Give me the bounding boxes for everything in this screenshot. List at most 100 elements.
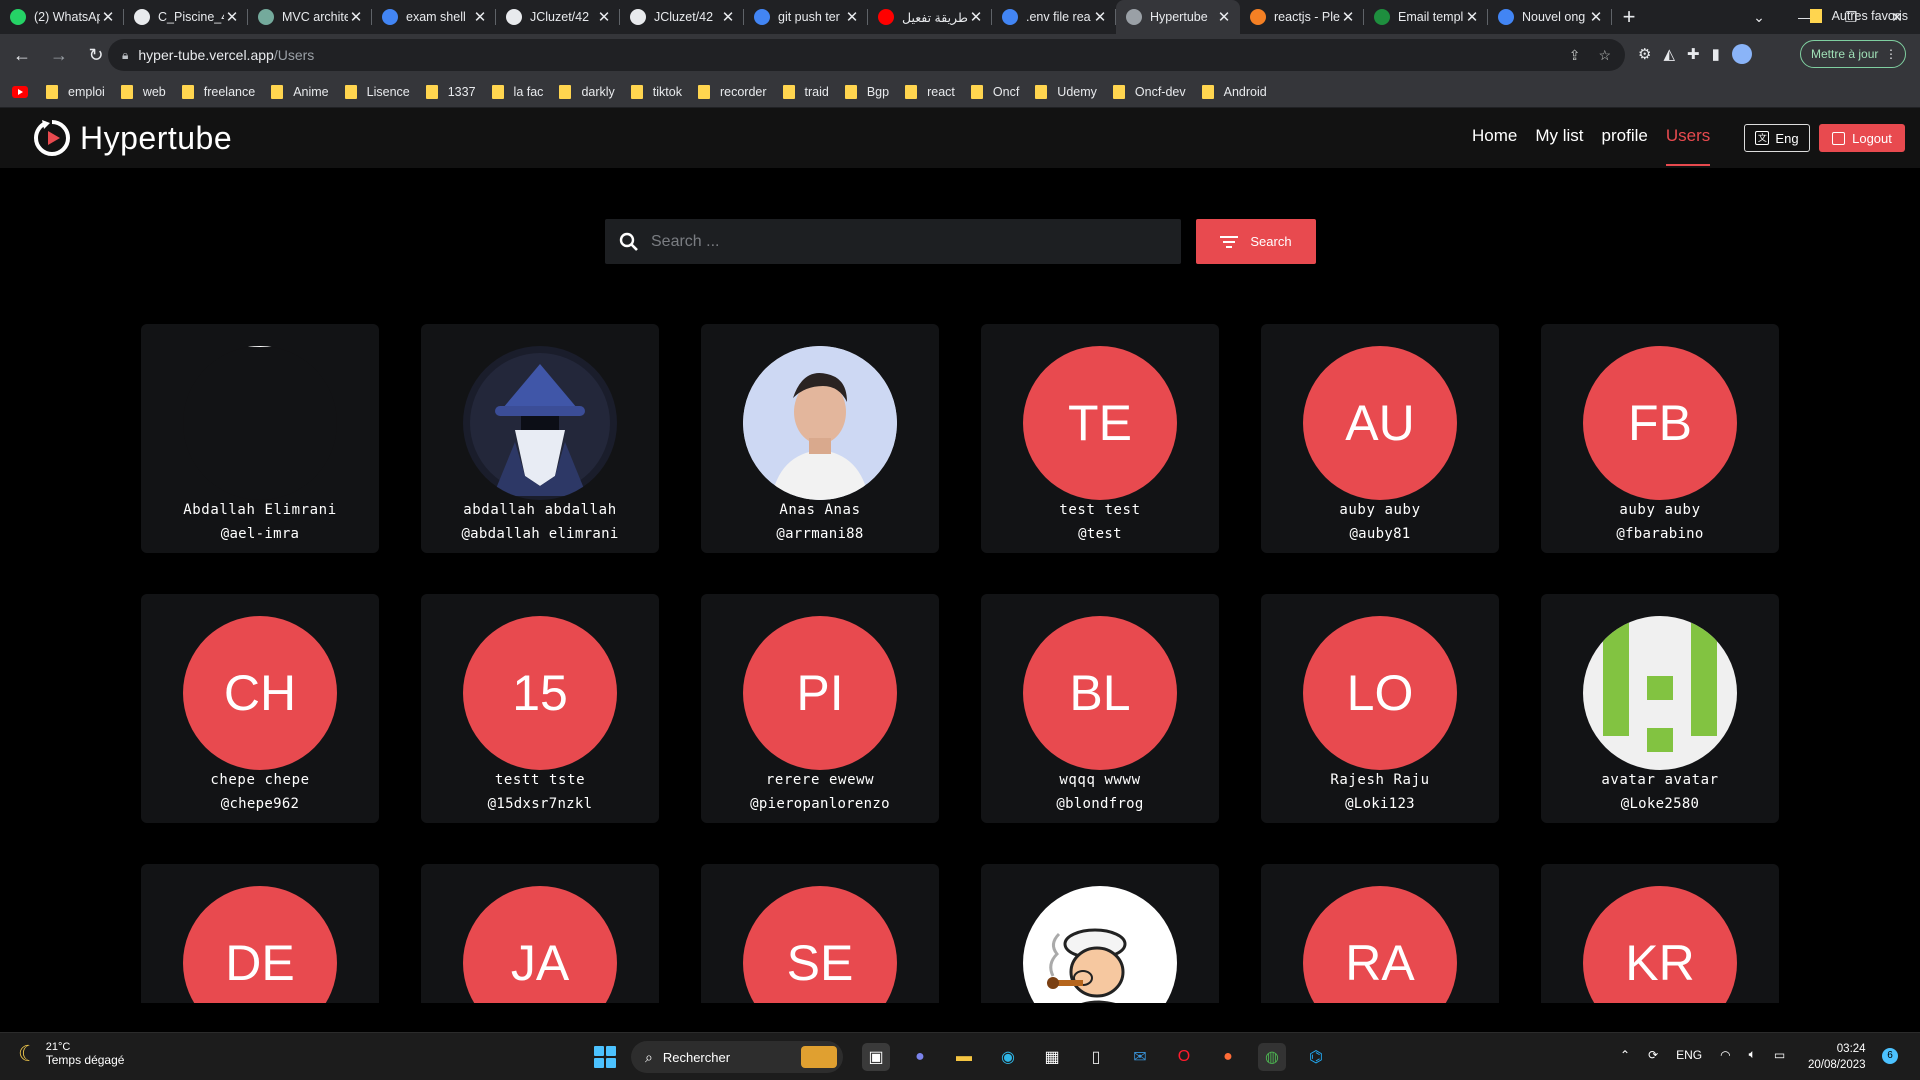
user-avatar[interactable] [1583,616,1737,770]
user-card[interactable]: LO Rajesh Raju @Loki123 [1261,594,1499,823]
chrome-icon[interactable]: ◍ [1258,1043,1286,1071]
tab-close-icon[interactable]: ✕ [224,8,240,26]
tab-close-icon[interactable]: ✕ [1464,8,1480,26]
user-avatar[interactable]: SE [743,886,897,1003]
user-card[interactable]: KR [1541,864,1779,1003]
bookmark-folder[interactable]: traid [782,84,829,99]
postman-icon[interactable]: ● [1214,1043,1242,1071]
battery-icon[interactable]: ▭ [1774,1048,1785,1062]
user-avatar[interactable]: CH [183,616,337,770]
bookmark-folder[interactable]: Bgp [844,84,889,99]
user-avatar[interactable]: BL [1023,616,1177,770]
bookmark-folder[interactable]: tiktok [630,84,682,99]
user-card[interactable]: CH chepe chepe @chepe962 [141,594,379,823]
language-button[interactable]: 文 Eng [1744,124,1810,152]
tab-close-icon[interactable]: ✕ [1588,8,1604,26]
bookmark-folder[interactable]: Lisence [344,84,410,99]
bookmark-folder[interactable]: darkly [559,84,615,99]
share-icon[interactable]: ⇪ [1569,47,1581,64]
tab-close-icon[interactable]: ✕ [720,8,736,26]
user-avatar[interactable]: TE [1023,346,1177,500]
user-avatar[interactable]: PI [743,616,897,770]
user-card[interactable]: RA [1261,864,1499,1003]
bookmark-folder[interactable]: Android [1201,84,1267,99]
chevron-up-icon[interactable]: ⌃ [1620,1048,1630,1062]
user-avatar[interactable] [463,346,617,500]
extension-icon[interactable]: ◭ [1663,45,1675,63]
tab-close-icon[interactable]: ✕ [1340,8,1356,26]
user-avatar[interactable] [1023,886,1177,1003]
site-logo[interactable]: Hypertube [32,118,232,158]
logout-button[interactable]: Logout [1819,124,1905,152]
user-avatar[interactable]: FB [1583,346,1737,500]
bookmark-folder[interactable]: freelance [181,84,255,99]
browser-tab[interactable]: Email templ ✕ [1364,0,1488,34]
wifi-icon[interactable]: ◠ [1720,1048,1730,1062]
forward-icon[interactable]: → [44,40,74,70]
browser-tab[interactable]: reactjs - Ple ✕ [1240,0,1364,34]
bookmark-star-icon[interactable]: ☆ [1598,47,1611,64]
nav-home[interactable]: Home [1472,126,1517,146]
update-button[interactable]: Mettre à jour ⋮ [1800,40,1906,68]
task-view-icon[interactable]: ▣ [862,1043,890,1071]
tab-close-icon[interactable]: ✕ [348,8,364,26]
user-card[interactable]: Abdallah Elimrani @ael-imra [141,324,379,553]
mail-icon[interactable]: ✉ [1126,1043,1154,1071]
extensions-puzzle-icon[interactable]: ✚ [1687,45,1700,63]
browser-tab[interactable]: git push ter ✕ [744,0,868,34]
other-bookmarks[interactable]: Autres favoris [1809,9,1908,23]
bookmark-folder[interactable]: web [120,84,166,99]
user-avatar[interactable] [183,346,337,500]
user-avatar[interactable]: DE [183,886,337,1003]
user-card[interactable]: BL wqqq wwww @blondfrog [981,594,1219,823]
bookmark-folder[interactable]: recorder [697,84,767,99]
tab-search-icon[interactable]: ⌄ [1736,9,1782,26]
store-icon[interactable]: ▦ [1038,1043,1066,1071]
bookmark-folder[interactable]: 1337 [425,84,476,99]
user-card[interactable]: Anas Anas @arrmani88 [701,324,939,553]
profile-avatar[interactable] [1731,44,1752,64]
reload-icon[interactable]: ↻ [81,40,111,70]
user-card[interactable]: AU auby auby @auby81 [1261,324,1499,553]
user-card[interactable]: FB auby auby @fbarabino [1541,324,1779,553]
tab-close-icon[interactable]: ✕ [1092,8,1108,26]
extension-gear-icon[interactable]: ⚙ [1638,45,1651,63]
user-avatar[interactable]: 15 [463,616,617,770]
youtube-bookmark[interactable] [12,85,28,98]
taskbar-search[interactable]: ⌕ Rechercher [631,1041,843,1073]
side-panel-icon[interactable]: ▮ [1712,45,1720,63]
user-avatar[interactable]: AU [1303,346,1457,500]
bookmark-folder[interactable]: la fac [491,84,543,99]
user-card[interactable]: TE test test @test [981,324,1219,553]
user-card[interactable]: abdallah abdallah @abdallah elimrani [421,324,659,553]
opera-icon[interactable]: O [1170,1043,1198,1071]
nav-users[interactable]: Users [1665,126,1711,166]
windows-start-icon[interactable] [594,1046,616,1068]
tab-close-icon[interactable]: ✕ [100,8,116,26]
user-avatar[interactable]: LO [1303,616,1457,770]
user-avatar[interactable] [743,346,897,500]
bookmark-folder[interactable]: react [905,84,955,99]
user-card[interactable] [981,864,1219,1003]
language-indicator[interactable]: ENG [1676,1048,1702,1062]
browser-tab[interactable]: Nouvel ong ✕ [1488,0,1612,34]
bookmark-folder[interactable]: Anime [271,84,329,99]
user-card[interactable]: avatar avatar @Loke2580 [1541,594,1779,823]
tab-close-icon[interactable]: ✕ [472,8,488,26]
tab-close-icon[interactable]: ✕ [596,8,612,26]
browser-tab[interactable]: exam shell ✕ [372,0,496,34]
back-icon[interactable]: ← [7,40,37,70]
bookmark-folder[interactable]: Oncf-dev [1112,84,1186,99]
bookmark-folder[interactable]: emploi [46,84,105,99]
user-card[interactable]: SE [701,864,939,1003]
user-card[interactable]: 15 testt tste @15dxsr7nzkl [421,594,659,823]
browser-tab[interactable]: (2) WhatsApp✕ [0,0,124,34]
user-card[interactable]: JA [421,864,659,1003]
browser-tab[interactable]: طريقة تفعيل ✕ [868,0,992,34]
notification-badge[interactable]: 6 [1882,1048,1898,1064]
tab-close-icon[interactable]: ✕ [1216,8,1232,26]
browser-tab[interactable]: C_Piscine_4 ✕ [124,0,248,34]
nav-profile[interactable]: profile [1602,126,1648,146]
bookmark-folder[interactable]: Oncf [970,84,1019,99]
edge-icon[interactable]: ◉ [994,1043,1022,1071]
